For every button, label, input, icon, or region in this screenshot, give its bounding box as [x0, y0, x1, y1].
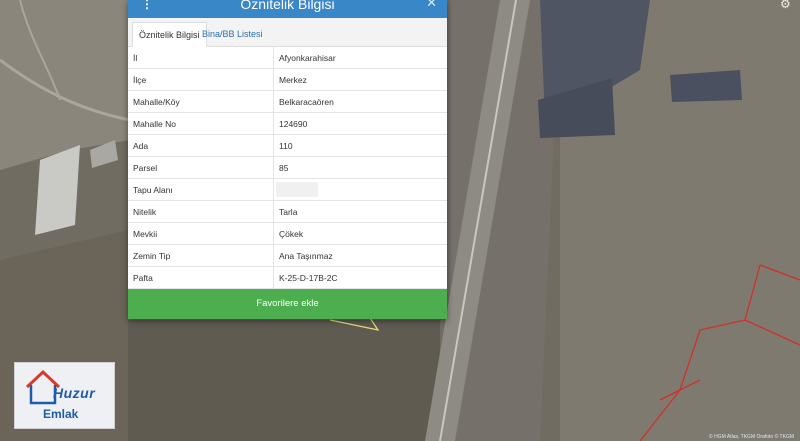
attribute-info-panel: ⋮ Öznitelik Bilgisi ✕ Öznitelik Bilgisi … — [128, 0, 447, 319]
table-row: Mevkii Çökek — [128, 222, 447, 245]
logo-line-2: Emlak — [43, 407, 79, 421]
attribute-label: Mevkii — [128, 222, 274, 245]
attribute-value: Belkaracaören — [273, 90, 447, 113]
attribute-value: Ana Taşınmaz — [273, 244, 447, 267]
redacted-area-box — [276, 182, 318, 197]
attribute-label: Parsel — [128, 156, 274, 179]
table-row: Mahalle/Köy Belkaracaören — [128, 90, 447, 113]
attribute-value: 110 — [273, 134, 447, 157]
gear-icon[interactable]: ⚙ — [780, 0, 791, 11]
table-row: İl Afyonkarahisar — [128, 47, 447, 69]
close-icon[interactable]: ✕ — [426, 0, 437, 10]
attribute-label: Tapu Alanı — [128, 178, 274, 201]
attribute-value: K-25-D-17B-2C — [273, 266, 447, 289]
panel-header: ⋮ Öznitelik Bilgisi ✕ — [128, 0, 447, 18]
map-attribution: © HGM Atlas, TKGM Orafoto © TKGM — [709, 434, 794, 440]
attribute-value: Tarla — [273, 200, 447, 223]
table-row: Zemin Tip Ana Taşınmaz — [128, 244, 447, 267]
attribute-value-hidden — [273, 178, 447, 201]
table-row: Ada 110 — [128, 134, 447, 157]
attribute-label: Ada — [128, 134, 274, 157]
panel-tabs: Öznitelik Bilgisi Bina/BB Listesi — [128, 18, 447, 47]
huzur-emlak-logo: Huzur Emlak — [14, 362, 115, 429]
attribute-value: Merkez — [273, 68, 447, 91]
logo-line-1: Huzur — [53, 385, 96, 401]
table-row: Nitelik Tarla — [128, 200, 447, 223]
add-to-favorites-button[interactable]: Favorilere ekle — [128, 289, 447, 319]
table-row: Pafta K-25-D-17B-2C — [128, 266, 447, 289]
attribute-label: Nitelik — [128, 200, 274, 223]
attribute-label: Mahalle No — [128, 112, 274, 135]
panel-title: Öznitelik Bilgisi — [240, 0, 335, 12]
tab-building-list[interactable]: Bina/BB Listesi — [196, 22, 269, 46]
attribute-value: Çökek — [273, 222, 447, 245]
table-row: İlçe Merkez — [128, 68, 447, 91]
attribute-value: 85 — [273, 156, 447, 179]
attribute-value: 124690 — [273, 112, 447, 135]
attribute-value: Afyonkarahisar — [273, 47, 447, 69]
table-row: Mahalle No 124690 — [128, 112, 447, 135]
attribute-table: İl Afyonkarahisar İlçe Merkez Mahalle/Köy Bel… — [128, 47, 447, 289]
attribute-label: Mahalle/Köy — [128, 90, 274, 113]
attribute-label: İlçe — [128, 68, 274, 91]
attribute-label: İl — [128, 47, 274, 69]
table-row: Parsel 85 — [128, 156, 447, 179]
attribute-label: Zemin Tip — [128, 244, 274, 267]
table-row: Tapu Alanı — [128, 178, 447, 201]
attribute-label: Pafta — [128, 266, 274, 289]
